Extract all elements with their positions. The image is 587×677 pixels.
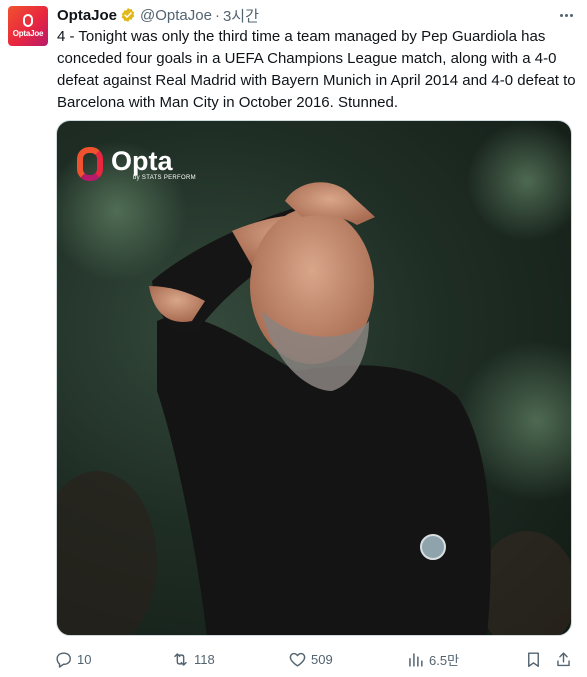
reply-button[interactable]: 10 — [54, 648, 91, 670]
display-name[interactable]: OptaJoe — [57, 7, 117, 24]
bookmark-icon — [528, 651, 539, 667]
share-button[interactable] — [554, 648, 573, 670]
like-icon — [289, 652, 306, 667]
verified-badge-icon — [121, 8, 135, 22]
bookmark-button[interactable] — [524, 648, 543, 670]
avatar-label: OptaJoe — [12, 29, 44, 38]
retweet-icon — [174, 652, 187, 666]
like-count: 509 — [311, 651, 333, 667]
tweet-photo[interactable]: Opta by STATS PERFORM — [56, 120, 572, 636]
tweet-header: OptaJoe @OptaJoe · 3시간 — [57, 5, 259, 25]
views-icon — [409, 652, 423, 667]
opta-logo-icon — [23, 14, 33, 27]
views-button[interactable]: 6.5만 — [406, 648, 459, 670]
opta-watermark: Opta by STATS PERFORM — [77, 147, 196, 181]
like-button[interactable]: 509 — [288, 648, 333, 670]
reply-icon — [56, 651, 71, 668]
timestamp[interactable]: 3시간 — [223, 5, 259, 26]
retweet-count: 118 — [194, 651, 215, 667]
retweet-button[interactable]: 118 — [171, 648, 215, 670]
brand-sub: by STATS PERFORM — [133, 174, 196, 181]
tweet-text: 4 - Tonight was only the third time a te… — [57, 28, 576, 111]
action-bar: 10 118 509 6.5만 — [54, 648, 576, 670]
share-icon — [557, 651, 570, 666]
more-icon[interactable] — [555, 6, 577, 24]
opta-brand-icon — [77, 147, 103, 181]
views-count: 6.5만 — [429, 652, 460, 668]
photo-illustration — [57, 121, 571, 635]
brand-name: Opta — [111, 145, 173, 176]
reply-count: 10 — [77, 651, 92, 667]
separator: · — [214, 6, 220, 24]
tweet[interactable]: OptaJoe OptaJoe @OptaJoe · 3시간 4 - Tonig… — [0, 0, 587, 677]
handle[interactable]: @OptaJoe — [140, 7, 212, 24]
avatar[interactable]: OptaJoe — [8, 6, 48, 46]
